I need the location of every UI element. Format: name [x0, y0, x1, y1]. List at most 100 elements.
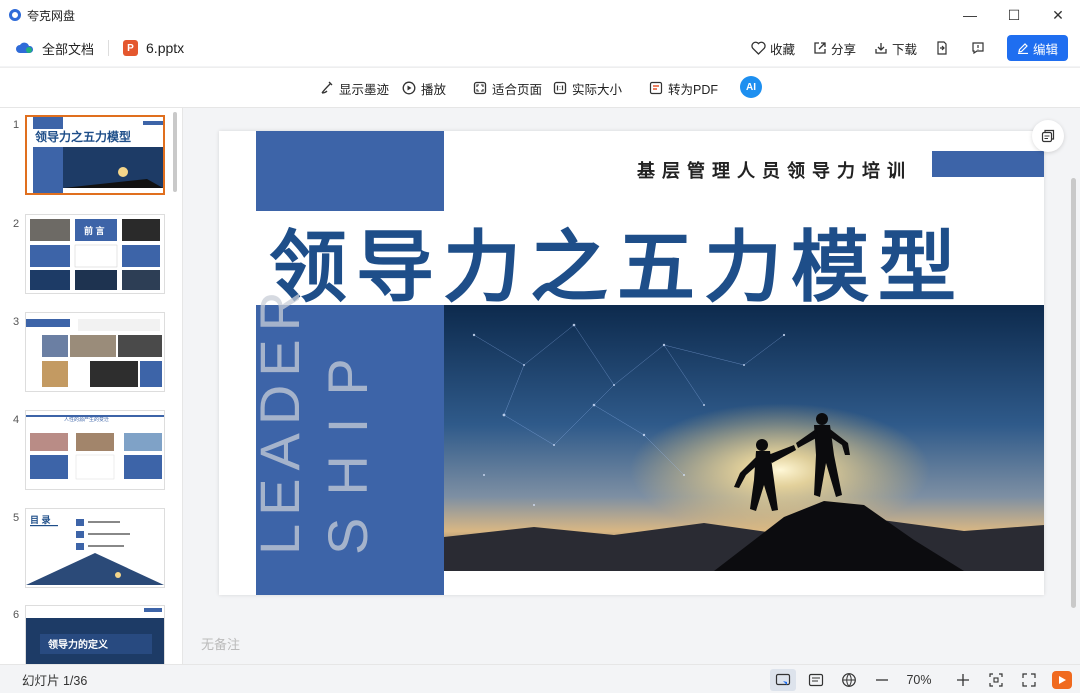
current-slide: 基层管理人员领导力培训 领导力之五力模型 LEADER SHIP	[219, 131, 1044, 595]
slide-vertical-text-ship: SHIP	[316, 336, 379, 555]
slide-canvas: 基层管理人员领导力培训 领导力之五力模型 LEADER SHIP 无备注	[184, 108, 1080, 664]
close-button[interactable]: ✕	[1036, 0, 1080, 30]
pencil-icon	[1017, 43, 1028, 54]
copy-slide-icon	[1041, 129, 1055, 143]
slide-title: 领导力之五力模型	[269, 223, 966, 311]
header-actions: 收藏 分享 下载 编辑	[733, 30, 1068, 66]
favorite-button[interactable]: 收藏	[751, 39, 795, 58]
thumbnail-preview: 领导力之五力模型	[33, 117, 163, 193]
divider	[108, 40, 110, 56]
thumbnail-number: 6	[13, 609, 20, 621]
play-circle-icon	[402, 81, 416, 95]
slide-thumbnail-1[interactable]: 领导力之五力模型	[25, 115, 165, 195]
slide-thumbnail-4[interactable]: 人性的源产生的变迁	[25, 410, 165, 490]
fullscreen-button[interactable]	[1016, 669, 1042, 691]
document-header: 全部文档 P 6.pptx 收藏 分享 下载 编辑	[0, 30, 1080, 66]
export-button[interactable]	[935, 41, 953, 55]
play-icon	[1059, 675, 1066, 684]
thumbnail-preview: 目 录	[26, 515, 164, 585]
thumbnail-number: 5	[13, 512, 20, 524]
slide-subtitle: 基层管理人员领导力培训	[637, 161, 912, 181]
play-label: 播放	[421, 82, 447, 97]
ai-assistant-button[interactable]: AI	[740, 76, 762, 98]
slide-counter: 幻灯片 1/36	[22, 673, 88, 688]
zoom-out-button[interactable]	[869, 669, 895, 691]
slide-tools-button[interactable]	[1032, 120, 1064, 152]
download-label: 下载	[891, 42, 917, 57]
minus-icon	[876, 678, 888, 681]
status-bar: 幻灯片 1/36 70%	[0, 664, 1080, 693]
thumbnail-row-5: 5 目 录	[0, 508, 182, 596]
heart-icon	[751, 41, 766, 55]
actual-size-icon	[553, 81, 567, 95]
slide-blue-block	[256, 131, 444, 211]
thumbnail-number: 3	[13, 316, 20, 328]
download-icon	[875, 43, 887, 54]
favorite-label: 收藏	[769, 42, 795, 57]
show-ink-button[interactable]: 显示墨迹	[320, 68, 389, 108]
slide-notes[interactable]: 无备注	[201, 634, 240, 653]
thumbnail-title: 前 言	[84, 225, 105, 236]
thumbnail-preview: 人性的源产生的变迁	[26, 415, 164, 480]
sunset-climbers-photo	[444, 305, 1044, 571]
normal-view-icon	[775, 673, 791, 685]
zoom-level[interactable]: 70%	[901, 673, 937, 687]
thumbnail-row-3: 3	[0, 312, 182, 400]
slide-blue-bar	[932, 151, 1044, 177]
thumbnail-row-1: 1 领导力之五力模型	[0, 115, 182, 203]
download-button[interactable]: 下载	[874, 39, 917, 58]
title-bar: 夸克网盘 — ☐ ✕	[0, 0, 1080, 30]
convert-pdf-button[interactable]: 转为PDF	[649, 68, 718, 108]
thumbnail-title: 目 录	[30, 515, 51, 525]
minimize-button[interactable]: —	[948, 0, 992, 30]
export-icon	[937, 41, 947, 55]
file-name: 6.pptx	[146, 40, 185, 56]
fit-page-label: 适合页面	[492, 82, 543, 97]
share-icon	[814, 42, 826, 54]
fit-window-button[interactable]	[983, 669, 1009, 691]
app-logo-icon	[9, 9, 21, 21]
fullscreen-icon	[1022, 672, 1036, 687]
all-docs-link[interactable]: 全部文档	[42, 39, 94, 58]
globe-icon	[842, 672, 856, 687]
web-view-button[interactable]	[836, 669, 862, 691]
play-button[interactable]: 播放	[402, 68, 446, 108]
thumbnail-row-4: 4 人性的源产生的变迁	[0, 410, 182, 498]
normal-view-button[interactable]	[770, 668, 796, 691]
thumbnail-title: 领导力的定义	[48, 638, 109, 651]
notes-view-button[interactable]	[803, 669, 829, 691]
thumbnail-preview	[26, 319, 162, 387]
slideshow-button[interactable]	[1052, 670, 1072, 689]
ink-pen-icon	[321, 81, 333, 94]
slide-thumbnail-panel: 1 领导力之五力模型 2 前 言 3 4 人性的源产生的变迁 5 目 录 6 领…	[0, 108, 183, 664]
thumbnail-row-2: 2 前 言	[0, 214, 182, 302]
slide-thumbnail-3[interactable]	[25, 312, 165, 392]
edit-button[interactable]: 编辑	[1007, 35, 1068, 61]
slide-thumbnail-5[interactable]: 目 录	[25, 508, 165, 588]
actual-size-label: 实际大小	[572, 82, 623, 97]
actual-size-button[interactable]: 实际大小	[553, 68, 622, 108]
window-controls: — ☐ ✕	[948, 0, 1080, 30]
thumbnail-row-6: 6 领导力的定义	[0, 605, 182, 664]
thumbnail-number: 2	[13, 218, 20, 230]
pptx-file-icon: P	[123, 40, 139, 56]
maximize-button[interactable]: ☐	[992, 0, 1036, 30]
thumbnail-preview: 领导力的定义	[26, 608, 164, 664]
feedback-button[interactable]	[971, 41, 989, 55]
notes-view-icon	[808, 673, 824, 686]
thumbnail-number: 4	[13, 414, 20, 426]
app-title: 夸克网盘	[27, 8, 76, 23]
fit-page-icon	[473, 81, 487, 95]
share-button[interactable]: 分享	[813, 39, 856, 58]
main-scrollbar[interactable]	[1071, 178, 1076, 608]
status-controls: 70%	[763, 665, 1072, 693]
slide-thumbnail-6[interactable]: 领导力的定义	[25, 605, 165, 664]
slide-vertical-text-leader: LEADER	[248, 282, 311, 555]
feedback-icon	[972, 42, 984, 55]
fit-page-button[interactable]: 适合页面	[473, 68, 542, 108]
cloud-icon	[16, 42, 34, 53]
thumbnail-title: 领导力之五力模型	[35, 129, 131, 144]
slide-thumbnail-2[interactable]: 前 言	[25, 214, 165, 294]
zoom-in-button[interactable]	[950, 669, 976, 691]
thumbnail-title: 人性的源产生的变迁	[64, 416, 109, 423]
